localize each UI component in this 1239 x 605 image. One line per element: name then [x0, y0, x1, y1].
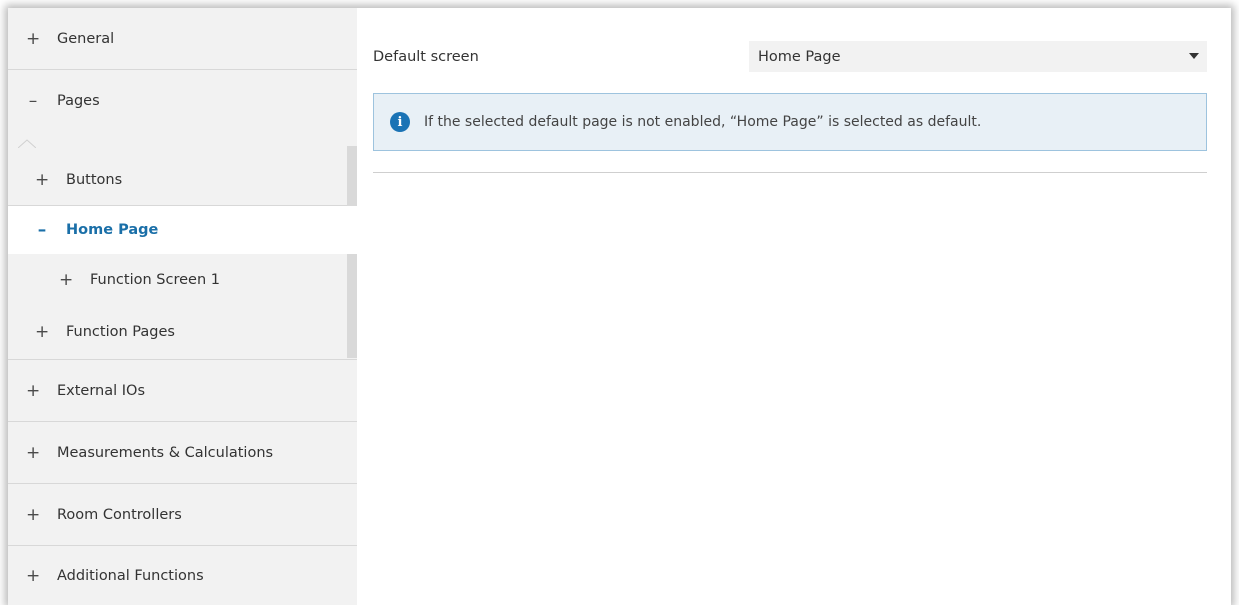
info-message-text: If the selected default page is not enab…	[424, 114, 982, 130]
sidebar-item-label: Buttons	[66, 172, 123, 188]
sidebar-item-label: Function Screen 1	[90, 272, 220, 288]
collapse-icon: –	[28, 91, 38, 111]
dropdown-arrow-icon	[1189, 53, 1199, 59]
tree-notch-icon	[18, 139, 36, 148]
sidebar-item-label: External IOs	[57, 382, 146, 399]
info-message-box: i If the selected default page is not en…	[373, 93, 1207, 151]
sidebar-item-label: Home Page	[66, 222, 159, 238]
sidebar-item-function-pages[interactable]: + Function Pages	[8, 305, 347, 358]
sidebar-item-label: Room Controllers	[57, 506, 182, 523]
collapse-icon: –	[37, 220, 47, 240]
expand-icon: +	[26, 442, 41, 463]
sidebar-item-external-ios[interactable]: + External IOs	[8, 360, 357, 421]
sidebar-item-general[interactable]: + General	[8, 8, 357, 69]
sidebar-item-label: Function Pages	[66, 323, 175, 340]
default-screen-select[interactable]: Home Page	[749, 41, 1207, 72]
info-icon: i	[390, 112, 410, 132]
group-strip	[347, 146, 357, 206]
expand-icon: +	[26, 504, 41, 525]
sidebar: + General – Pages + Buttons – Home Page …	[8, 8, 357, 605]
sidebar-item-home-page[interactable]: – Home Page	[8, 206, 357, 254]
expand-icon: +	[26, 565, 41, 586]
sidebar-item-label: Measurements & Calculations	[57, 444, 274, 461]
sidebar-item-label: General	[57, 30, 115, 47]
sidebar-item-label: Pages	[57, 93, 100, 109]
sidebar-item-buttons[interactable]: + Buttons	[8, 155, 347, 205]
sidebar-item-room-controllers[interactable]: + Room Controllers	[8, 484, 357, 545]
sidebar-item-additional-functions[interactable]: + Additional Functions	[8, 546, 357, 605]
divider	[373, 172, 1207, 173]
expand-icon: +	[26, 28, 41, 49]
sidebar-item-label: Additional Functions	[57, 567, 204, 584]
expand-icon: +	[35, 170, 50, 190]
sidebar-item-pages[interactable]: – Pages	[8, 70, 357, 132]
main-panel: Default screen Home Page i If the select…	[357, 8, 1231, 605]
default-screen-label: Default screen	[373, 49, 479, 65]
expand-icon: +	[26, 380, 41, 401]
group-strip	[347, 254, 357, 358]
default-screen-value: Home Page	[758, 48, 841, 65]
expand-icon: +	[35, 321, 50, 342]
sidebar-item-function-screen-1[interactable]: + Function Screen 1	[8, 255, 347, 305]
app-window: + General – Pages + Buttons – Home Page …	[8, 8, 1231, 605]
expand-icon: +	[59, 270, 74, 290]
sidebar-item-measurements[interactable]: + Measurements & Calculations	[8, 422, 357, 483]
